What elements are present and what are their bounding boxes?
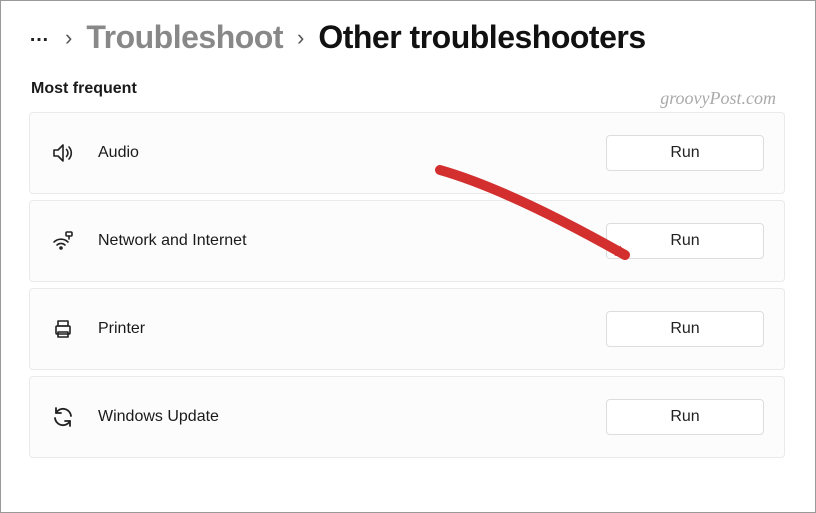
list-item-label: Windows Update — [98, 408, 606, 426]
breadcrumb: … › Troubleshoot › Other troubleshooters — [29, 19, 785, 56]
breadcrumb-more-icon[interactable]: … — [29, 25, 51, 51]
list-item-windows-update: Windows Update Run — [29, 376, 785, 458]
list-item-label: Audio — [98, 144, 606, 162]
breadcrumb-troubleshoot[interactable]: Troubleshoot — [86, 19, 283, 56]
chevron-right-icon: › — [65, 25, 72, 51]
list-item-printer: Printer Run — [29, 288, 785, 370]
refresh-icon — [50, 404, 76, 430]
printer-icon — [50, 316, 76, 342]
list-item-label: Printer — [98, 320, 606, 338]
list-item-audio: Audio Run — [29, 112, 785, 194]
speaker-icon — [50, 140, 76, 166]
run-button-printer[interactable]: Run — [606, 311, 764, 347]
list-item-network: Network and Internet Run — [29, 200, 785, 282]
network-icon — [50, 228, 76, 254]
breadcrumb-current: Other troubleshooters — [318, 19, 645, 56]
run-button-windows-update[interactable]: Run — [606, 399, 764, 435]
run-button-audio[interactable]: Run — [606, 135, 764, 171]
list-item-label: Network and Internet — [98, 232, 606, 250]
chevron-right-icon: › — [297, 25, 304, 51]
run-button-network[interactable]: Run — [606, 223, 764, 259]
troubleshooter-list: Audio Run Network and Internet Run — [29, 112, 785, 458]
watermark: groovyPost.com — [660, 88, 776, 109]
